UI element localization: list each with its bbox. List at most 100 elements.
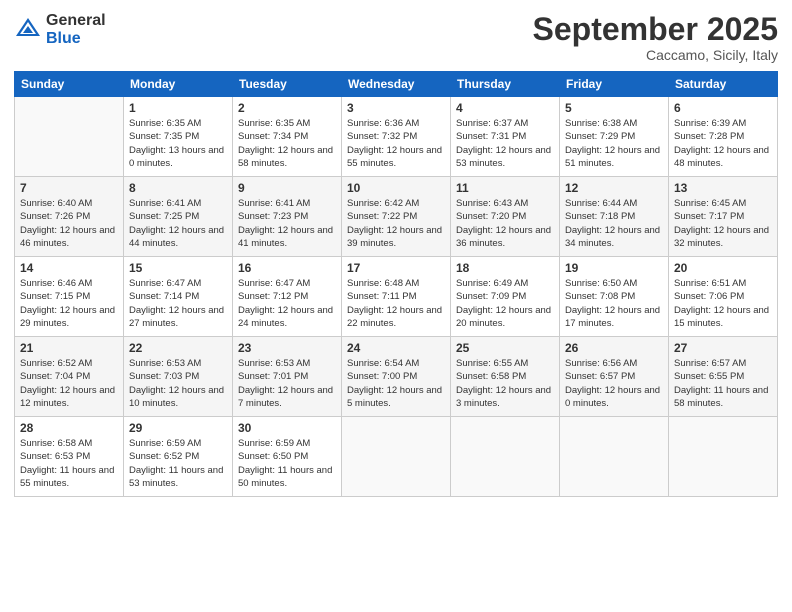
day-number: 24	[347, 341, 445, 355]
day-number: 17	[347, 261, 445, 275]
header: General Blue September 2025 Caccamo, Sic…	[14, 12, 778, 63]
logo-text: General Blue	[46, 12, 106, 47]
day-number: 29	[129, 421, 227, 435]
day-info: Sunrise: 6:53 AMSunset: 7:01 PMDaylight:…	[238, 357, 336, 410]
day-info: Sunrise: 6:48 AMSunset: 7:11 PMDaylight:…	[347, 277, 445, 330]
col-monday: Monday	[124, 72, 233, 97]
calendar-cell: 21 Sunrise: 6:52 AMSunset: 7:04 PMDaylig…	[15, 337, 124, 417]
day-number: 1	[129, 101, 227, 115]
day-number: 9	[238, 181, 336, 195]
day-number: 7	[20, 181, 118, 195]
calendar-header-row: Sunday Monday Tuesday Wednesday Thursday…	[15, 72, 778, 97]
calendar-cell: 15 Sunrise: 6:47 AMSunset: 7:14 PMDaylig…	[124, 257, 233, 337]
day-info: Sunrise: 6:50 AMSunset: 7:08 PMDaylight:…	[565, 277, 663, 330]
day-number: 16	[238, 261, 336, 275]
col-tuesday: Tuesday	[233, 72, 342, 97]
calendar-week-row-1: 1 Sunrise: 6:35 AMSunset: 7:35 PMDayligh…	[15, 97, 778, 177]
day-number: 14	[20, 261, 118, 275]
calendar-cell: 20 Sunrise: 6:51 AMSunset: 7:06 PMDaylig…	[669, 257, 778, 337]
day-number: 19	[565, 261, 663, 275]
col-wednesday: Wednesday	[342, 72, 451, 97]
calendar-cell: 18 Sunrise: 6:49 AMSunset: 7:09 PMDaylig…	[451, 257, 560, 337]
day-info: Sunrise: 6:57 AMSunset: 6:55 PMDaylight:…	[674, 357, 772, 410]
day-info: Sunrise: 6:49 AMSunset: 7:09 PMDaylight:…	[456, 277, 554, 330]
day-number: 3	[347, 101, 445, 115]
calendar-cell	[15, 97, 124, 177]
day-info: Sunrise: 6:46 AMSunset: 7:15 PMDaylight:…	[20, 277, 118, 330]
calendar-cell: 10 Sunrise: 6:42 AMSunset: 7:22 PMDaylig…	[342, 177, 451, 257]
calendar-cell: 16 Sunrise: 6:47 AMSunset: 7:12 PMDaylig…	[233, 257, 342, 337]
day-number: 8	[129, 181, 227, 195]
day-number: 30	[238, 421, 336, 435]
subtitle: Caccamo, Sicily, Italy	[533, 47, 778, 63]
day-info: Sunrise: 6:55 AMSunset: 6:58 PMDaylight:…	[456, 357, 554, 410]
day-info: Sunrise: 6:59 AMSunset: 6:50 PMDaylight:…	[238, 437, 336, 490]
day-number: 15	[129, 261, 227, 275]
calendar-cell	[560, 417, 669, 497]
calendar-cell: 9 Sunrise: 6:41 AMSunset: 7:23 PMDayligh…	[233, 177, 342, 257]
logo-general-text: General	[46, 12, 106, 29]
col-saturday: Saturday	[669, 72, 778, 97]
calendar-week-row-5: 28 Sunrise: 6:58 AMSunset: 6:53 PMDaylig…	[15, 417, 778, 497]
day-info: Sunrise: 6:39 AMSunset: 7:28 PMDaylight:…	[674, 117, 772, 170]
day-info: Sunrise: 6:53 AMSunset: 7:03 PMDaylight:…	[129, 357, 227, 410]
calendar-cell: 27 Sunrise: 6:57 AMSunset: 6:55 PMDaylig…	[669, 337, 778, 417]
calendar-week-row-3: 14 Sunrise: 6:46 AMSunset: 7:15 PMDaylig…	[15, 257, 778, 337]
calendar-cell: 17 Sunrise: 6:48 AMSunset: 7:11 PMDaylig…	[342, 257, 451, 337]
calendar-cell: 13 Sunrise: 6:45 AMSunset: 7:17 PMDaylig…	[669, 177, 778, 257]
day-number: 27	[674, 341, 772, 355]
title-block: September 2025 Caccamo, Sicily, Italy	[533, 12, 778, 63]
calendar-cell: 11 Sunrise: 6:43 AMSunset: 7:20 PMDaylig…	[451, 177, 560, 257]
calendar-cell: 19 Sunrise: 6:50 AMSunset: 7:08 PMDaylig…	[560, 257, 669, 337]
day-number: 26	[565, 341, 663, 355]
month-title: September 2025	[533, 12, 778, 47]
day-info: Sunrise: 6:41 AMSunset: 7:25 PMDaylight:…	[129, 197, 227, 250]
day-number: 11	[456, 181, 554, 195]
calendar-cell: 5 Sunrise: 6:38 AMSunset: 7:29 PMDayligh…	[560, 97, 669, 177]
calendar-cell: 22 Sunrise: 6:53 AMSunset: 7:03 PMDaylig…	[124, 337, 233, 417]
calendar-cell: 4 Sunrise: 6:37 AMSunset: 7:31 PMDayligh…	[451, 97, 560, 177]
calendar-cell: 29 Sunrise: 6:59 AMSunset: 6:52 PMDaylig…	[124, 417, 233, 497]
calendar-cell: 12 Sunrise: 6:44 AMSunset: 7:18 PMDaylig…	[560, 177, 669, 257]
day-info: Sunrise: 6:56 AMSunset: 6:57 PMDaylight:…	[565, 357, 663, 410]
page: General Blue September 2025 Caccamo, Sic…	[0, 0, 792, 612]
day-info: Sunrise: 6:47 AMSunset: 7:12 PMDaylight:…	[238, 277, 336, 330]
day-info: Sunrise: 6:35 AMSunset: 7:34 PMDaylight:…	[238, 117, 336, 170]
day-info: Sunrise: 6:52 AMSunset: 7:04 PMDaylight:…	[20, 357, 118, 410]
calendar-cell: 3 Sunrise: 6:36 AMSunset: 7:32 PMDayligh…	[342, 97, 451, 177]
day-info: Sunrise: 6:44 AMSunset: 7:18 PMDaylight:…	[565, 197, 663, 250]
day-info: Sunrise: 6:45 AMSunset: 7:17 PMDaylight:…	[674, 197, 772, 250]
day-info: Sunrise: 6:38 AMSunset: 7:29 PMDaylight:…	[565, 117, 663, 170]
day-number: 13	[674, 181, 772, 195]
day-number: 25	[456, 341, 554, 355]
day-info: Sunrise: 6:54 AMSunset: 7:00 PMDaylight:…	[347, 357, 445, 410]
calendar-cell: 28 Sunrise: 6:58 AMSunset: 6:53 PMDaylig…	[15, 417, 124, 497]
logo: General Blue	[14, 12, 106, 47]
col-thursday: Thursday	[451, 72, 560, 97]
col-sunday: Sunday	[15, 72, 124, 97]
day-number: 28	[20, 421, 118, 435]
day-number: 20	[674, 261, 772, 275]
day-number: 18	[456, 261, 554, 275]
day-number: 2	[238, 101, 336, 115]
day-number: 23	[238, 341, 336, 355]
calendar-cell	[669, 417, 778, 497]
calendar: Sunday Monday Tuesday Wednesday Thursday…	[14, 71, 778, 497]
calendar-cell: 30 Sunrise: 6:59 AMSunset: 6:50 PMDaylig…	[233, 417, 342, 497]
day-info: Sunrise: 6:51 AMSunset: 7:06 PMDaylight:…	[674, 277, 772, 330]
day-number: 5	[565, 101, 663, 115]
day-info: Sunrise: 6:58 AMSunset: 6:53 PMDaylight:…	[20, 437, 118, 490]
day-info: Sunrise: 6:41 AMSunset: 7:23 PMDaylight:…	[238, 197, 336, 250]
calendar-cell: 8 Sunrise: 6:41 AMSunset: 7:25 PMDayligh…	[124, 177, 233, 257]
day-number: 10	[347, 181, 445, 195]
calendar-cell: 2 Sunrise: 6:35 AMSunset: 7:34 PMDayligh…	[233, 97, 342, 177]
col-friday: Friday	[560, 72, 669, 97]
logo-blue-text: Blue	[46, 30, 81, 47]
day-info: Sunrise: 6:36 AMSunset: 7:32 PMDaylight:…	[347, 117, 445, 170]
calendar-week-row-4: 21 Sunrise: 6:52 AMSunset: 7:04 PMDaylig…	[15, 337, 778, 417]
calendar-cell: 6 Sunrise: 6:39 AMSunset: 7:28 PMDayligh…	[669, 97, 778, 177]
calendar-cell: 24 Sunrise: 6:54 AMSunset: 7:00 PMDaylig…	[342, 337, 451, 417]
day-number: 4	[456, 101, 554, 115]
day-info: Sunrise: 6:43 AMSunset: 7:20 PMDaylight:…	[456, 197, 554, 250]
day-info: Sunrise: 6:35 AMSunset: 7:35 PMDaylight:…	[129, 117, 227, 170]
